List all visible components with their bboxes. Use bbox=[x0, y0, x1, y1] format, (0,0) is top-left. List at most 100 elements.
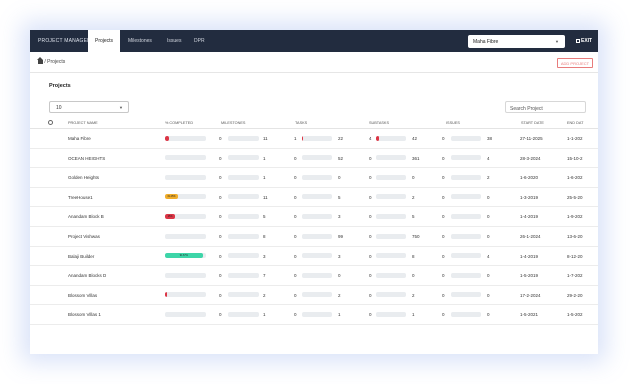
exit-button[interactable]: EXIT bbox=[576, 38, 592, 44]
is-done-count: 0 bbox=[442, 234, 445, 239]
t-done-count: 0 bbox=[294, 312, 297, 318]
t-progress-fill bbox=[302, 135, 304, 141]
st-total-count: 750 bbox=[412, 234, 420, 239]
end-date: 29-2-20 bbox=[567, 292, 583, 298]
t-progress-bar bbox=[302, 253, 332, 259]
page-size-value: 10 bbox=[56, 105, 62, 111]
st-progress-bar bbox=[376, 233, 406, 239]
project-name[interactable]: Maha Fibre bbox=[68, 136, 91, 141]
percent-completed-bar bbox=[165, 174, 206, 180]
t-progress-bar bbox=[302, 155, 332, 161]
ms-progress-bar bbox=[228, 311, 259, 317]
project-name[interactable]: Project Vishwas bbox=[68, 234, 100, 239]
breadcrumb: / Projects bbox=[37, 56, 65, 65]
is-progress-bar bbox=[451, 253, 481, 259]
col-start-date[interactable]: START DATE bbox=[521, 121, 544, 125]
st-done-count: 4 bbox=[369, 136, 372, 141]
start-date: 1-6-2020 bbox=[520, 175, 539, 181]
ms-done-count: 0 bbox=[219, 136, 222, 141]
tab-issues[interactable]: Issues bbox=[167, 38, 181, 44]
table-row[interactable]: Anandam Blocks D 0 7 0 0 0 0 0 0 1-5-2019 1-7-202 bbox=[30, 266, 598, 286]
st-progress-bar bbox=[376, 253, 406, 259]
col-milestones[interactable]: MILESTONES bbox=[221, 121, 245, 125]
col-percent-completed[interactable]: % COMPLETED bbox=[165, 121, 193, 125]
t-total-count: 5 bbox=[338, 194, 341, 200]
is-done-count: 0 bbox=[442, 136, 445, 141]
exit-label: EXIT bbox=[581, 38, 593, 44]
end-date: 15-10-2 bbox=[567, 155, 583, 161]
table-row[interactable]: Project Vishwas 0 8 0 99 0 750 0 0 26-1-2024 13-6-… bbox=[30, 227, 598, 247]
t-done-count: 0 bbox=[294, 292, 297, 298]
add-project-button[interactable]: ADD PROJECT bbox=[557, 58, 593, 68]
chevron-down-icon: ▼ bbox=[119, 105, 123, 110]
t-progress-bar bbox=[302, 135, 332, 141]
table-row[interactable]: Balaji Builder 91.67% 0 3 0 3 0 8 0 4 1-4-2019 8-12… bbox=[30, 247, 598, 267]
tab-dpr[interactable]: DPR bbox=[194, 38, 205, 44]
t-total-count: 99 bbox=[338, 234, 344, 239]
st-progress-fill bbox=[376, 135, 379, 141]
project-name[interactable]: TreeHouse1 bbox=[68, 195, 93, 200]
st-done-count: 0 bbox=[369, 175, 372, 181]
gear-icon[interactable] bbox=[48, 120, 53, 125]
ms-done-count: 0 bbox=[219, 175, 222, 181]
st-done-count: 0 bbox=[369, 155, 372, 161]
table-row[interactable]: TreeHouse1 31.25% 0 11 0 5 0 2 0 0 1-3-2019 25-5-20 bbox=[30, 188, 598, 208]
percent-completed-fill: 25% bbox=[165, 213, 176, 219]
project-name[interactable]: Blossom Villas 1 bbox=[68, 312, 101, 317]
is-done-count: 0 bbox=[442, 214, 445, 220]
start-date: 26-1-2024 bbox=[520, 234, 541, 239]
end-date: 1-7-202 bbox=[567, 273, 583, 279]
ms-total-count: 11 bbox=[263, 136, 268, 141]
table-row[interactable]: Blossom Villas 0 2 0 2 0 2 0 0 17-2-2024 29-2-20 bbox=[30, 286, 598, 306]
ms-progress-bar bbox=[228, 213, 259, 219]
page-size-select[interactable]: 10 ▼ bbox=[49, 101, 129, 113]
st-total-count: 2 bbox=[412, 194, 415, 200]
is-total-count: 4 bbox=[487, 253, 490, 259]
search-input[interactable] bbox=[505, 101, 586, 113]
col-end-date[interactable]: END DAT bbox=[567, 121, 583, 125]
start-date: 1-5-2019 bbox=[520, 273, 539, 279]
percent-completed-bar: 91.67% bbox=[165, 253, 206, 259]
project-name[interactable]: Anandam Blocks D bbox=[68, 273, 106, 278]
project-select[interactable]: Maha Fibre ▼ bbox=[468, 35, 565, 48]
col-project-name[interactable]: PROJECT NAME bbox=[68, 121, 98, 125]
table-row[interactable]: Golden Heights 0 1 0 0 0 0 0 2 1-6-2020 1-6-202 bbox=[30, 168, 598, 188]
st-total-count: 0 bbox=[412, 273, 415, 279]
percent-completed-bar bbox=[165, 135, 206, 141]
tab-milestones[interactable]: Milestones bbox=[128, 38, 152, 44]
project-name[interactable]: Balaji Builder bbox=[68, 254, 94, 259]
table-row[interactable]: Maha Fibre 0 11 1 22 4 42 0 38 27-11-2025 1-1-202 bbox=[30, 129, 598, 149]
t-progress-bar bbox=[302, 272, 332, 278]
is-progress-bar bbox=[451, 292, 481, 298]
is-total-count: 0 bbox=[487, 214, 490, 220]
col-subtasks[interactable]: SUBTASKS bbox=[369, 121, 389, 125]
table-row[interactable]: Anandam Block B 25% 0 5 0 3 0 5 0 0 1-4-2019 1-9-20… bbox=[30, 207, 598, 227]
ms-progress-bar bbox=[228, 155, 259, 161]
ms-done-count: 0 bbox=[219, 312, 222, 318]
tab-projects[interactable]: Projects bbox=[88, 30, 121, 52]
table-row[interactable]: Blossom Villas 1 0 1 0 1 0 1 0 0 1-5-2021 1-5-202 bbox=[30, 305, 598, 325]
ms-progress-bar bbox=[228, 233, 259, 239]
st-progress-bar bbox=[376, 174, 406, 180]
is-done-count: 0 bbox=[442, 175, 445, 181]
table-row[interactable]: OCEAN HEIGHTS 0 1 0 52 0 361 0 4 28-3-2024 15-10-2 bbox=[30, 149, 598, 169]
col-tasks[interactable]: TASKS bbox=[295, 121, 307, 125]
st-total-count: 361 bbox=[412, 155, 420, 161]
home-icon[interactable] bbox=[37, 56, 43, 64]
ms-done-count: 0 bbox=[219, 214, 222, 220]
t-progress-bar bbox=[302, 213, 332, 219]
percent-completed-bar: 25% bbox=[165, 213, 206, 219]
st-progress-bar bbox=[376, 194, 406, 200]
t-progress-bar bbox=[302, 233, 332, 239]
ms-total-count: 7 bbox=[263, 273, 266, 279]
st-total-count: 1 bbox=[412, 312, 415, 318]
project-name[interactable]: OCEAN HEIGHTS bbox=[68, 156, 105, 161]
col-issues[interactable]: ISSUES bbox=[446, 121, 460, 125]
ms-done-count: 0 bbox=[219, 253, 222, 259]
page-title: Projects bbox=[49, 83, 71, 89]
project-name[interactable]: Anandam Block B bbox=[68, 214, 104, 219]
ms-total-count: 5 bbox=[263, 214, 266, 220]
project-name[interactable]: Blossom Villas bbox=[68, 293, 97, 298]
t-total-count: 0 bbox=[338, 273, 341, 279]
project-name[interactable]: Golden Heights bbox=[68, 175, 99, 180]
